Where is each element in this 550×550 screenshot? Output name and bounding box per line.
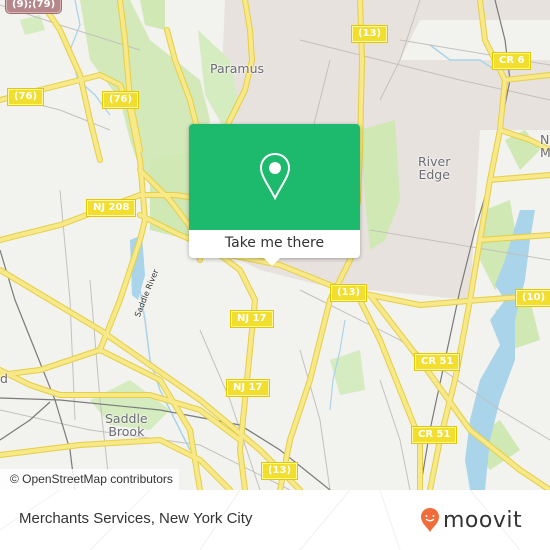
road-shield: (13) [329, 284, 368, 302]
road-shield: (13) [350, 25, 389, 43]
map-attribution[interactable]: © OpenStreetMap contributors [0, 469, 179, 490]
place-label-new-milford: N Mi [540, 133, 550, 159]
place-label-line: Mi [540, 145, 550, 160]
road-shield: NJ 17 [226, 379, 270, 397]
road-shield: CR 6 [491, 52, 532, 70]
road-shield: NJ 208 [85, 199, 137, 217]
place-label-river-edge: River Edge [418, 155, 450, 181]
moovit-logo-text: moovit [443, 507, 523, 533]
road-shield: (10) [514, 289, 550, 307]
location-popup[interactable]: Take me there [189, 124, 360, 266]
place-label-saddle-brook: Saddle Brook [105, 412, 148, 438]
road-shield: (13) [260, 462, 299, 480]
popup-pointer [264, 258, 280, 266]
road-shield: CR 51 [413, 353, 461, 371]
place-label-line: Brook [108, 424, 145, 439]
place-label-paramus: Paramus [210, 61, 265, 76]
popup-header[interactable] [189, 124, 360, 230]
road-shield: (76) [101, 91, 140, 109]
map-pin-icon [259, 152, 290, 201]
road-shield: NJ 17 [230, 310, 274, 328]
place-label-lodi: d [0, 371, 8, 386]
road-shield: (9);(79) [4, 0, 63, 14]
road-shield: CR 51 [410, 426, 458, 444]
place-label-line: Edge [418, 167, 450, 182]
moovit-pin-icon [421, 508, 439, 532]
moovit-logo[interactable]: moovit [420, 507, 522, 533]
map[interactable]: (9);(79) (76) (76) (13) CR 6 NJ 208 (13)… [0, 0, 550, 490]
take-me-there-button[interactable]: Take me there [189, 230, 360, 258]
road-shield: (76) [6, 88, 45, 106]
location-title: Merchants Services, New York City [19, 510, 253, 527]
